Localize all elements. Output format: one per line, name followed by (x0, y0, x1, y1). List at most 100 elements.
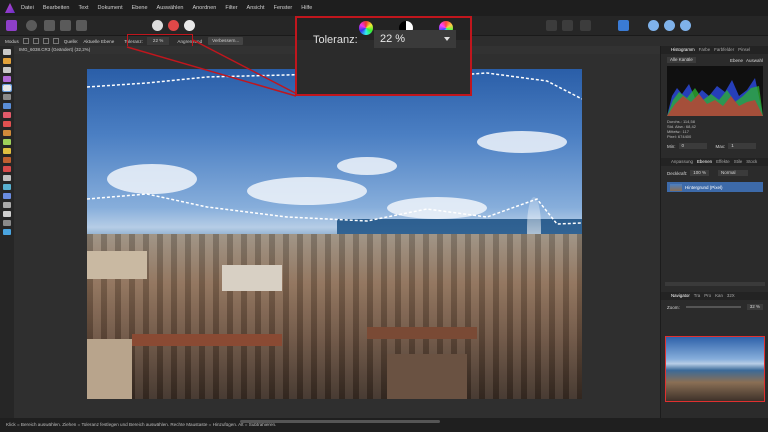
liquify-persona-icon[interactable] (26, 20, 37, 31)
gradient-tool-icon[interactable] (3, 184, 11, 190)
horizontal-scrollbar[interactable] (240, 420, 440, 423)
tab-transform[interactable]: Tra (694, 292, 700, 300)
histogram-curves (667, 78, 763, 116)
snapping-icon[interactable] (664, 20, 675, 31)
menu-item-dokument[interactable]: Dokument (98, 5, 123, 11)
inpainting-tool-icon[interactable] (3, 166, 11, 172)
min-field[interactable]: 0 (678, 143, 707, 149)
auto-colours-icon[interactable] (184, 20, 195, 31)
selection-add-icon[interactable] (562, 20, 573, 31)
tools-panel (0, 46, 14, 418)
tab-protocol[interactable]: Pro (704, 292, 711, 300)
tab-histogram[interactable]: Histogramm (671, 46, 695, 54)
auto-levels-icon[interactable] (152, 20, 163, 31)
menu-item-bearbeiten[interactable]: Bearbeiten (43, 5, 70, 11)
tab-effekte[interactable]: Effekte (716, 158, 730, 166)
zoom-field[interactable]: 32 % (746, 304, 763, 310)
menu-bar: Datei Bearbeiten Text Dokument Ebene Aus… (0, 0, 768, 16)
menu-item-filter[interactable]: Filter (225, 5, 237, 11)
clone-tool-icon[interactable] (3, 157, 11, 163)
affinity-photo-logo-icon (5, 3, 15, 13)
assistant-icon[interactable] (618, 20, 629, 31)
tolerance-zoom-callout: Toleranz: 22 % (295, 16, 472, 96)
refine-button[interactable]: Verbessern... (208, 37, 244, 45)
red-eye-tool-icon[interactable] (3, 175, 11, 181)
tab-navigator[interactable]: Navigator (671, 292, 690, 300)
marquee-tool-icon[interactable] (3, 94, 11, 100)
menu-item-ebene[interactable]: Ebene (132, 5, 148, 11)
pen-tool-icon[interactable] (3, 193, 11, 199)
tab-stile[interactable]: Stile (734, 158, 743, 166)
zoom-tool-icon[interactable] (3, 220, 11, 226)
tab-farbfelder[interactable]: Farbfelder (714, 46, 734, 54)
mode-label: Modus (5, 38, 19, 44)
layer-row-hintergrund[interactable]: Hintergrund (Pixel) (667, 182, 763, 192)
menu-item-datei[interactable]: Datei (21, 5, 34, 11)
photo-canvas[interactable] (87, 69, 582, 399)
layer-toggle[interactable]: Ebene (730, 58, 743, 63)
tab-ebenen[interactable]: Ebenen (697, 158, 712, 166)
zoom-slider[interactable] (685, 306, 741, 308)
menu-list: Datei Bearbeiten Text Dokument Ebene Aus… (21, 5, 312, 11)
selection-toggle[interactable]: Auswahl (746, 58, 763, 63)
mode-new-icon[interactable] (22, 38, 29, 44)
tone-mapping-persona-icon[interactable] (60, 20, 71, 31)
move-tool-icon[interactable] (3, 49, 11, 55)
callout-tolerance-label: Toleranz: (313, 34, 358, 46)
auto-contrast-icon[interactable] (168, 20, 179, 31)
mode-subtract-icon[interactable] (42, 38, 49, 44)
auto-colours-icon (359, 21, 373, 35)
layer-options-row: Deckkraft: 100 % Normal (667, 170, 763, 176)
selection-brush-icon[interactable] (3, 76, 11, 82)
tab-channels[interactable]: Kan (715, 292, 723, 300)
selection-subtract-icon[interactable] (580, 20, 591, 31)
layers-panel-footer (665, 282, 765, 286)
selection-marching-ants (87, 72, 582, 225)
menu-item-anordnen[interactable]: Anordnen (192, 5, 216, 11)
flood-select-tool-icon[interactable] (2, 84, 12, 92)
view-tool-icon[interactable] (3, 58, 11, 64)
fill-tool-icon[interactable] (3, 130, 11, 136)
pixel-tool-icon[interactable] (3, 121, 11, 127)
channels-select[interactable]: Alle Kanäle (667, 57, 696, 63)
tab-stock[interactable]: Stock (746, 158, 757, 166)
zoom-row: Zoom: 32 % (667, 304, 763, 310)
min-max-row: Min: 0 Max: 1 (667, 143, 763, 149)
view-mode-icon[interactable] (680, 20, 691, 31)
menu-item-ansicht[interactable]: Ansicht (247, 5, 265, 11)
tab-32x[interactable]: 32X (727, 292, 735, 300)
max-field[interactable]: 1 (728, 143, 757, 149)
menu-item-hilfe[interactable]: Hilfe (301, 5, 312, 11)
menu-item-fenster[interactable]: Fenster (274, 5, 293, 11)
navigator-thumbnail[interactable] (665, 336, 765, 402)
opacity-field[interactable]: 100 % (690, 170, 710, 176)
opacity-label: Deckkraft: (667, 170, 688, 176)
text-tool-icon[interactable] (3, 211, 11, 217)
mode-add-icon[interactable] (32, 38, 39, 44)
source-select[interactable]: Aktuelle Ebene (83, 39, 114, 44)
zoom-label: Zoom: (667, 304, 680, 310)
mode-intersect-icon[interactable] (52, 38, 59, 44)
navigator-viewport[interactable] (665, 336, 765, 402)
arrange-icon[interactable] (648, 20, 659, 31)
shape-tool-icon[interactable] (3, 202, 11, 208)
navigator-panel-tabs: Navigator Tra Pro Kan 32X (661, 292, 768, 300)
menu-item-auswaehlen[interactable]: Auswählen (157, 5, 184, 11)
selection-mode-icon[interactable] (546, 20, 557, 31)
develop-persona-icon[interactable] (44, 20, 55, 31)
tab-farbe[interactable]: Farbe (699, 46, 710, 54)
colour-swatch-icon[interactable] (3, 229, 11, 235)
blend-mode-select[interactable]: Normal (718, 170, 749, 176)
paint-brush-icon[interactable] (3, 112, 11, 118)
colour-picker-icon[interactable] (3, 103, 11, 109)
menu-item-text[interactable]: Text (78, 5, 88, 11)
dodge-tool-icon[interactable] (3, 148, 11, 154)
export-persona-icon[interactable] (76, 20, 87, 31)
erase-tool-icon[interactable] (3, 139, 11, 145)
histogram-graph (667, 66, 763, 116)
photo-persona-icon[interactable] (6, 20, 17, 31)
crop-tool-icon[interactable] (3, 67, 11, 73)
tab-pinsel[interactable]: Pinsel (738, 46, 750, 54)
tab-anpassung[interactable]: Anpassung (671, 158, 693, 166)
source-label: Quelle: (63, 38, 79, 44)
